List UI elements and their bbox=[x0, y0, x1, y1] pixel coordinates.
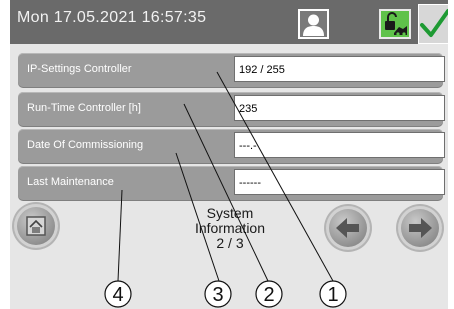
callout-overlay: 1 2 3 4 bbox=[104, 71, 347, 308]
callout-line-3 bbox=[175, 152, 220, 282]
callout-line-2 bbox=[183, 103, 269, 282]
callout-number-1: 1 bbox=[327, 284, 338, 306]
callout-line-4 bbox=[117, 189, 123, 282]
callout-lines bbox=[117, 71, 334, 282]
callout-circles bbox=[104, 280, 347, 308]
callout-line-1 bbox=[216, 71, 334, 282]
callout-number-4: 4 bbox=[112, 284, 123, 306]
callout-number-2: 2 bbox=[263, 284, 274, 306]
callout-number-3: 3 bbox=[212, 284, 223, 306]
